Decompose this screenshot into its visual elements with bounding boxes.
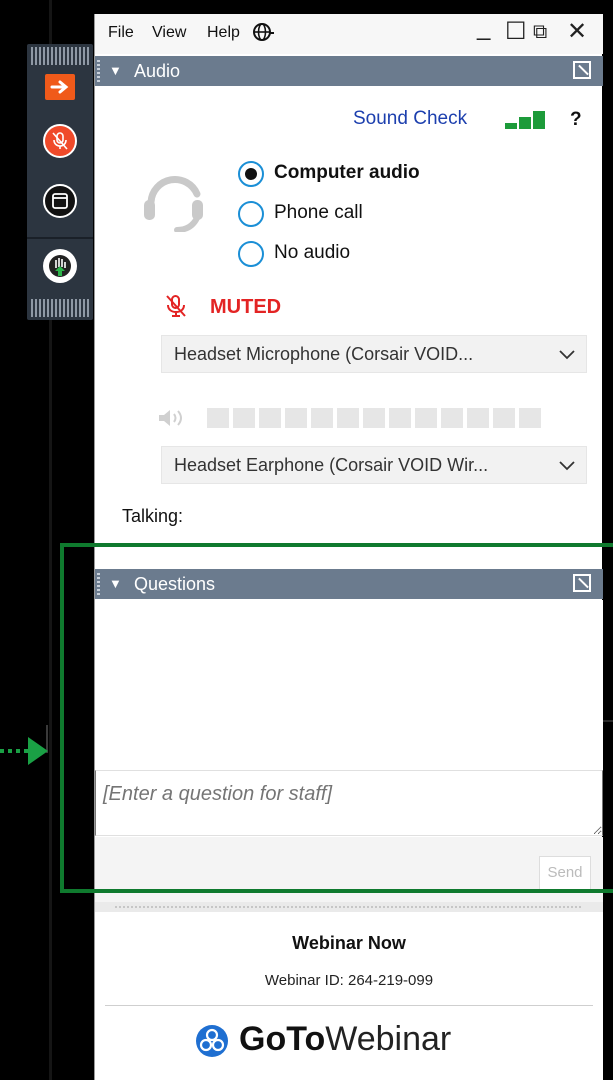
radio-no-audio[interactable] — [238, 241, 264, 267]
minimize-button[interactable]: _ — [477, 16, 490, 40]
audio-help-button[interactable]: ? — [570, 109, 582, 131]
footer-divider — [105, 1005, 593, 1006]
brand-bold: GoTo — [239, 1020, 326, 1058]
collapse-panel-button[interactable] — [45, 74, 75, 100]
speaker-icon — [159, 410, 182, 426]
brand-light: Webinar — [325, 1020, 452, 1058]
strip-drag-handle-bottom[interactable] — [31, 299, 89, 317]
menu-file[interactable]: File — [108, 24, 134, 42]
speaker-select[interactable]: Headset Earphone (Corsair VOID Wir... — [161, 446, 587, 484]
menu-help[interactable]: Help — [207, 24, 240, 42]
maximize-button[interactable]: ☐ — [505, 20, 527, 44]
collapse-triangle-icon[interactable]: ▼ — [109, 63, 122, 78]
webinar-id: Webinar ID: 264-219-099 — [264, 972, 434, 989]
panel-splitter[interactable] — [95, 902, 603, 912]
annotation-arrow-icon — [28, 737, 48, 765]
headset-icon — [144, 175, 203, 232]
speaker-level-meter — [207, 408, 557, 428]
screen-view-button[interactable] — [43, 184, 77, 218]
mic-status-label: MUTED — [210, 296, 282, 318]
popout-window-button[interactable]: ⧉ — [533, 22, 547, 42]
raise-hand-icon — [49, 255, 71, 277]
microphone-muted-icon — [52, 132, 68, 150]
audio-section-title: Audio — [134, 61, 181, 81]
talking-label: Talking: — [122, 506, 184, 526]
raise-hand-button[interactable] — [43, 249, 77, 283]
drag-grip[interactable] — [97, 60, 100, 82]
close-button[interactable]: ✕ — [567, 20, 587, 44]
annotation-arrow-tail — [0, 749, 28, 753]
strip-drag-handle-top[interactable] — [31, 47, 89, 65]
webinar-footer: Webinar Now Webinar ID: 264-219-099 GoTo… — [95, 912, 603, 1080]
brand-name: GoToWebinar — [239, 1020, 451, 1059]
control-panel-strip — [27, 44, 93, 320]
radio-label: Computer audio — [274, 162, 420, 183]
sound-check-link[interactable]: Sound Check — [353, 108, 467, 130]
microphone-toggle-button[interactable] — [43, 124, 77, 158]
webinar-name: Webinar Now — [292, 933, 406, 953]
arrow-right-icon — [50, 80, 69, 94]
microphone-muted-icon[interactable] — [165, 294, 187, 318]
menu-view[interactable]: View — [152, 24, 186, 42]
chevron-down-icon — [559, 350, 575, 360]
signal-strength-icon — [505, 109, 547, 129]
speaker-select-value: Headset Earphone (Corsair VOID Wir... — [174, 455, 489, 475]
gotowebinar-logo: GoToWebinar — [195, 1020, 495, 1060]
menu-bar: File View Help _ ☐ ⧉ ✕ — [95, 14, 603, 54]
radio-computer-audio[interactable] — [238, 161, 264, 187]
globe-icon[interactable] — [252, 21, 274, 43]
radio-label: No audio — [274, 242, 351, 263]
radio-phone-call[interactable] — [238, 201, 264, 227]
screen-icon — [52, 193, 68, 209]
strip-divider — [27, 237, 93, 239]
popout-icon[interactable] — [573, 61, 591, 79]
chevron-down-icon — [559, 461, 575, 471]
annotation-highlight-box — [60, 543, 613, 893]
microphone-select-value: Headset Microphone (Corsair VOID... — [174, 344, 474, 364]
radio-label: Phone call — [274, 202, 363, 223]
gotowebinar-logo-icon — [196, 1025, 228, 1057]
audio-section-header[interactable]: ▼ Audio — [95, 56, 603, 86]
microphone-select[interactable]: Headset Microphone (Corsair VOID... — [161, 335, 587, 373]
